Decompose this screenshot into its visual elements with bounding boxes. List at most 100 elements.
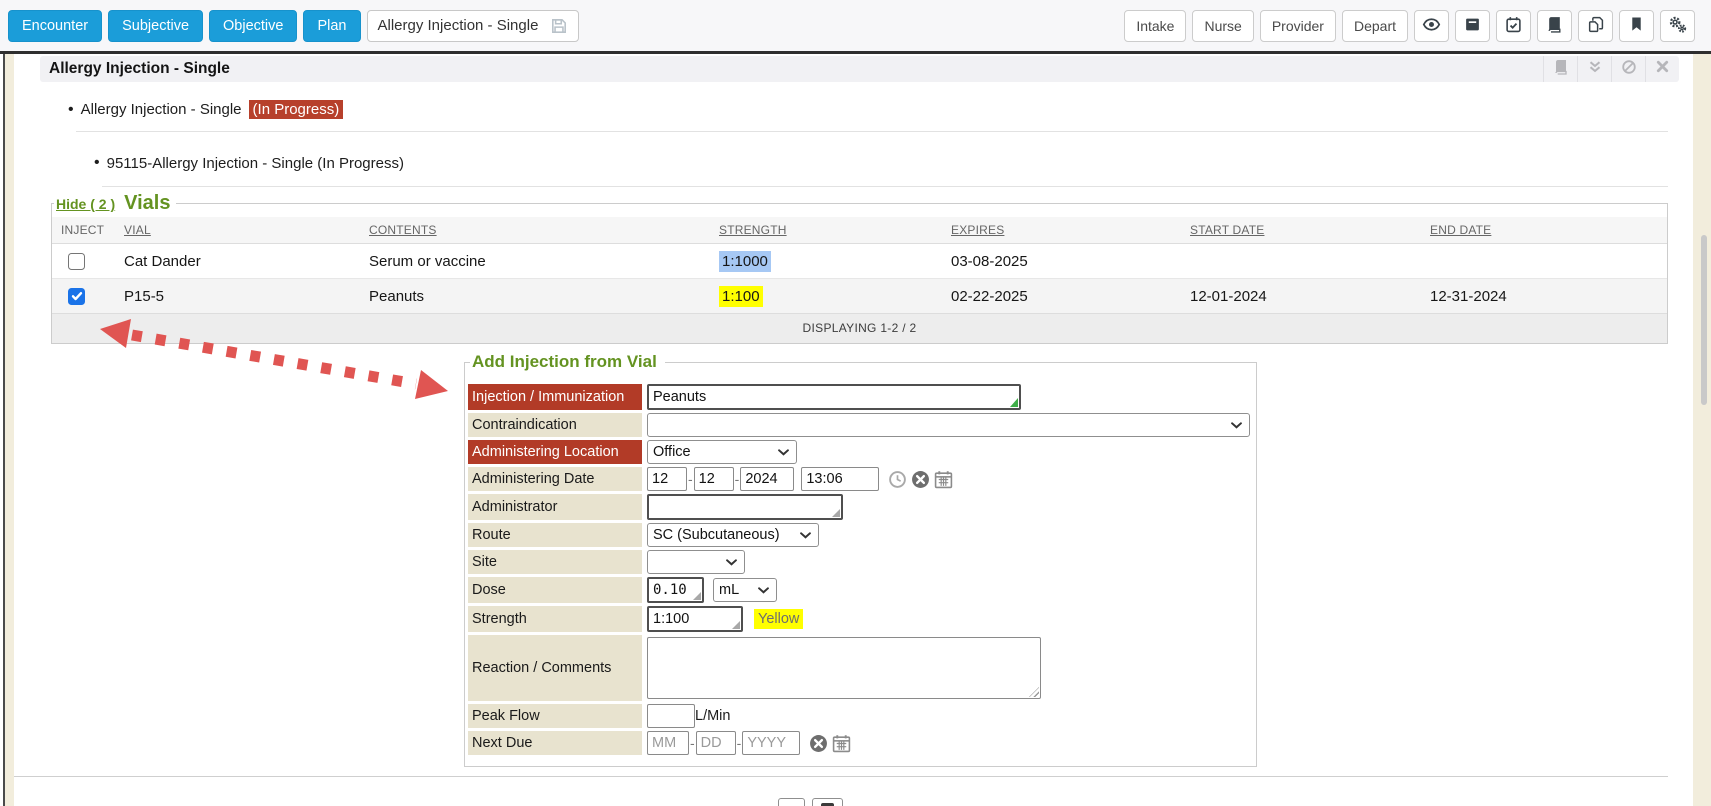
encounter-content: Allergy Injection - Single • Allergy Inj… [14,54,1693,806]
archive-button[interactable] [1455,10,1490,42]
encounter-button[interactable]: Encounter [8,10,102,42]
panel-book-button[interactable] [1543,56,1577,82]
chevron-down-icon [800,527,811,543]
form-row-strength: Strength Yellow [468,606,1256,632]
eye-button[interactable] [1414,10,1449,42]
resize-handle-icon[interactable] [832,509,840,517]
add-injection-form: Add Injection from Vial Injection / Immu… [464,352,1257,767]
site-label: Site [468,550,642,574]
column-header-start-date[interactable]: START DATE [1181,217,1421,244]
vial-cell: Cat Dander [115,244,360,279]
bullet-icon: • [94,154,100,172]
resize-handle-icon[interactable] [1010,398,1018,407]
calendar-check-button[interactable] [1496,10,1531,42]
intake-button[interactable]: Intake [1124,10,1186,42]
collapse-all-button[interactable] [1577,56,1611,82]
status-badge: (In Progress) [249,100,344,119]
active-form-tab[interactable]: Allergy Injection - Single [367,10,580,42]
book-icon [1546,16,1563,36]
settings-button[interactable] [1660,10,1695,42]
peak-flow-input[interactable] [647,704,695,728]
next-due-month-input[interactable] [647,731,689,755]
date-month-input[interactable] [647,467,687,491]
bookmark-button[interactable] [1619,10,1654,42]
subjective-button[interactable]: Subjective [108,10,203,42]
strength-label: Strength [468,606,642,632]
save-icon[interactable] [550,17,568,35]
date-day-input[interactable] [694,467,734,491]
strength-input[interactable] [647,606,743,632]
column-header-vial[interactable]: VIAL [115,217,360,244]
plan-button[interactable]: Plan [303,10,360,42]
administrator-input[interactable] [647,494,843,520]
next-due-day-input[interactable] [696,731,736,755]
objective-button[interactable]: Objective [209,10,297,42]
nurse-button[interactable]: Nurse [1192,10,1253,42]
location-select[interactable]: Office [647,440,797,464]
book-button[interactable] [1537,10,1572,42]
dose-unit-select[interactable]: mL [713,578,777,602]
allergy-injection-screen: Encounter Subjective Objective Plan Alle… [0,0,1711,806]
route-select-value: SC (Subcutaneous) [653,527,780,543]
end-date-cell: 12-31-2024 [1421,279,1667,314]
date-separator: - [737,735,742,751]
start-date-cell [1181,244,1421,279]
contents-cell: Peanuts [360,279,710,314]
depart-button[interactable]: Depart [1342,10,1408,42]
column-header-inject: INJECT [52,217,115,244]
calendar-icon[interactable] [832,734,851,753]
panel-titlebar: Allergy Injection - Single [40,56,1679,82]
expires-cell: 03-08-2025 [942,244,1181,279]
vials-section: Hide ( 2 ) Vials INJECT VIAL CONTENTS ST… [51,192,1668,344]
route-select[interactable]: SC (Subcutaneous) [647,523,819,547]
encounter-list-item: • Allergy Injection - Single (In Progres… [68,100,343,119]
time-input[interactable] [801,467,879,491]
check-icon [71,290,83,302]
slash-circle-icon [1621,59,1637,80]
end-date-cell [1421,244,1667,279]
print-button[interactable] [812,798,843,806]
contraindication-select[interactable] [647,413,1250,437]
encounter-item-text: Allergy Injection - Single [81,101,242,118]
column-header-expires[interactable]: EXPIRES [942,217,1181,244]
resize-handle-icon[interactable] [693,592,701,600]
next-due-label: Next Due [468,731,642,755]
left-margin [5,54,14,806]
column-header-contents[interactable]: CONTENTS [360,217,710,244]
column-header-strength[interactable]: STRENGTH [710,217,942,244]
print-icon [821,803,834,806]
dose-unit-value: mL [719,582,739,598]
strength-cell: 1:100 [719,286,763,307]
copy-icon [1587,16,1604,36]
scrollbar-thumb[interactable] [1701,235,1707,405]
injection-input[interactable] [647,384,1021,410]
provider-button[interactable]: Provider [1260,10,1336,42]
disable-button[interactable] [1611,56,1645,82]
site-select[interactable] [647,550,745,574]
resize-handle-icon[interactable] [732,621,740,629]
date-year-input[interactable] [740,467,794,491]
chevron-down-icon [1231,417,1242,433]
archive-icon [1464,16,1481,36]
current-time-icon[interactable] [888,470,907,489]
hide-vials-link[interactable]: Hide ( 2 ) [56,196,115,212]
close-icon [1655,59,1670,79]
close-button[interactable] [1645,56,1679,82]
clear-date-icon[interactable] [911,470,930,489]
reaction-textarea[interactable] [647,637,1041,699]
next-due-year-input[interactable] [742,731,800,755]
divider [14,776,1668,777]
inject-checkbox[interactable] [68,288,85,305]
form-row-date: Administering Date - - [468,467,1256,491]
clear-date-icon[interactable] [809,734,828,753]
copy-button[interactable] [1578,10,1613,42]
calendar-icon[interactable] [934,470,953,489]
column-header-end-date[interactable]: END DATE [1421,217,1667,244]
form-action-button[interactable] [778,798,805,806]
strength-cell: 1:1000 [719,251,771,272]
panel-titlebar-actions [1543,56,1679,82]
form-section-title: Add Injection from Vial [470,352,665,372]
encounter-sub-item-text: 95115-Allergy Injection - Single (In Pro… [107,155,404,172]
inject-checkbox[interactable] [68,253,85,270]
vials-section-title: Vials [124,192,170,215]
